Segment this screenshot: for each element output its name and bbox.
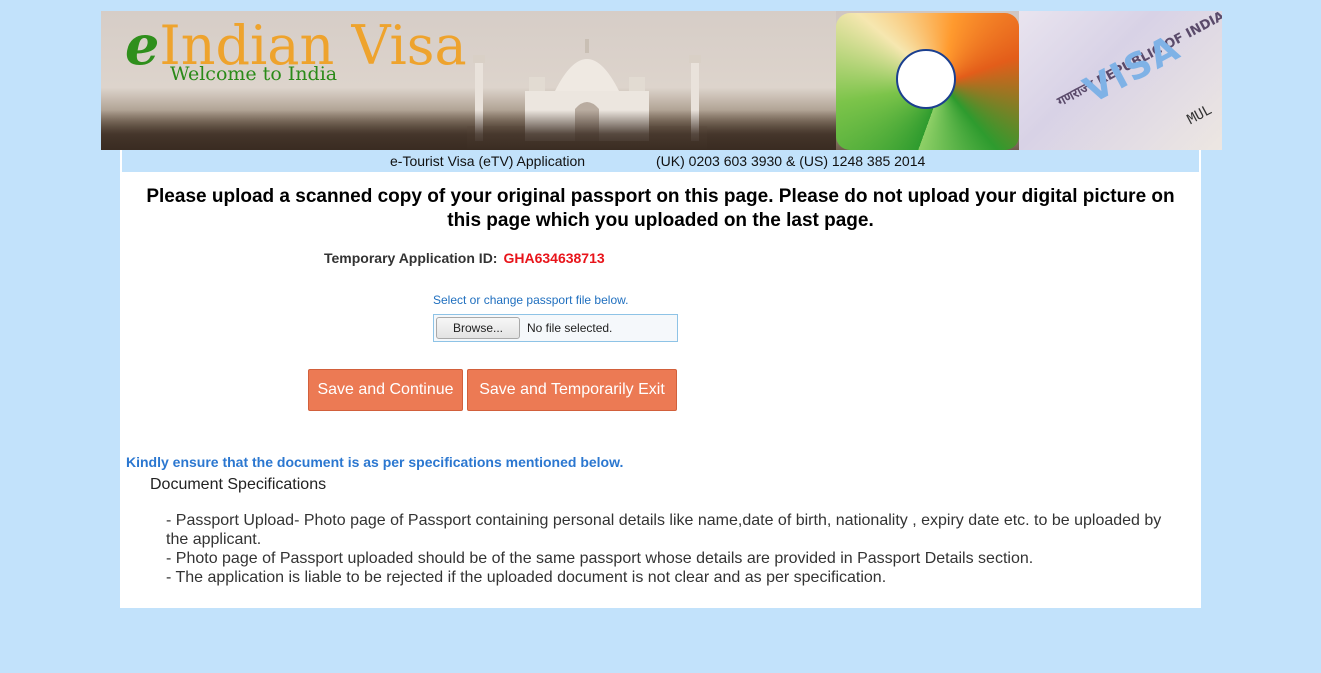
header-banner: eIndian Visa Welcome to India गणराज्य RE… (101, 11, 1222, 150)
info-bar: e-Tourist Visa (eTV) Application (UK) 02… (122, 150, 1199, 172)
save-and-continue-button[interactable]: Save and Continue (308, 369, 463, 411)
list-item: - Photo page of Passport uploaded should… (166, 550, 1034, 567)
main-panel: e-Tourist Visa (eTV) Application (UK) 02… (120, 150, 1201, 608)
document-specifications-title: Document Specifications (150, 476, 327, 493)
brand-logo-e: e (125, 13, 160, 77)
passport-file-input[interactable]: Browse... No file selected. (433, 314, 678, 342)
visa-stamp-image: गणराज्य REPUBLIC OF INDIA VISA MUL (1019, 11, 1222, 150)
save-and-temporarily-exit-button[interactable]: Save and Temporarily Exit (467, 369, 677, 411)
temporary-application-id-value: GHA634638713 (503, 250, 605, 266)
application-type-label: e-Tourist Visa (eTV) Application (390, 153, 586, 169)
indian-flag-swirl-image (836, 13, 1019, 150)
contact-phone-numbers: (UK) 0203 603 3930 & (US) 1248 385 2014 (656, 153, 926, 169)
visa-mul-text: MUL (1184, 101, 1215, 129)
visa-stamp-text: VISA (1077, 27, 1188, 112)
temporary-application-id: Temporary Application ID: GHA634638713 (324, 250, 605, 266)
browse-button[interactable]: Browse... (436, 317, 520, 339)
brand-tagline: Welcome to India (170, 63, 338, 85)
temporary-application-id-label: Temporary Application ID: (324, 250, 498, 266)
specification-list: - Passport Upload- Photo page of Passpor… (166, 511, 1186, 587)
file-status-text: No file selected. (527, 321, 613, 335)
banner-trees (101, 110, 836, 150)
list-item: - Passport Upload- Photo page of Passpor… (166, 512, 1162, 548)
page-heading: Please upload a scanned copy of your ori… (146, 186, 1175, 231)
list-item: - The application is liable to be reject… (166, 569, 887, 586)
ashoka-chakra-icon (896, 49, 956, 109)
upload-hint: Select or change passport file below. (433, 293, 629, 307)
specification-notice: Kindly ensure that the document is as pe… (126, 454, 624, 470)
